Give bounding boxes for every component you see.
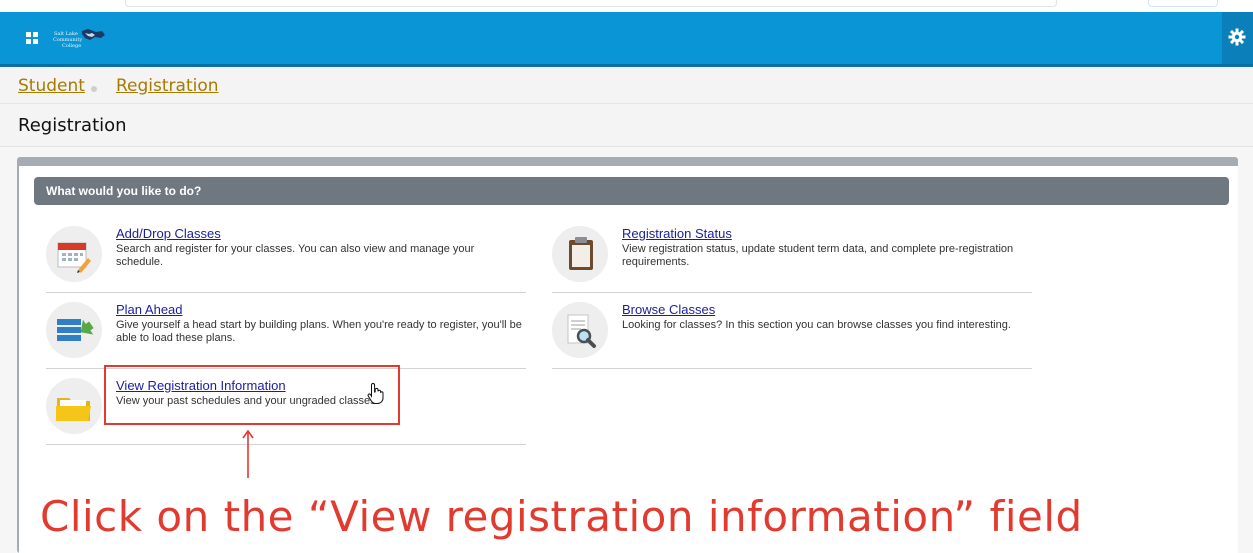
add-drop-classes-description: Search and register for your classes. Yo… <box>116 243 475 268</box>
up-arrow-icon <box>242 429 254 478</box>
clipboard-icon <box>552 226 608 282</box>
add-drop-classes-item[interactable]: Add/Drop Classes Search and register for… <box>46 226 526 293</box>
browse-classes-description: Looking for classes? In this section you… <box>622 319 1011 331</box>
highlight-box <box>104 365 400 425</box>
plan-ahead-item[interactable]: Plan Ahead Give yourself a head start by… <box>46 302 526 369</box>
breadcrumb-separator <box>91 86 97 92</box>
registration-status-item[interactable]: Registration Status View registration st… <box>552 226 1032 293</box>
instruction-text: Click on the “View registration informat… <box>40 492 1083 541</box>
breadcrumb-student-link[interactable]: Student <box>18 76 85 96</box>
breadcrumb: Student Registration <box>0 67 1253 104</box>
address-bar[interactable] <box>125 0 1057 7</box>
gear-icon <box>1228 28 1246 46</box>
settings-gear-button[interactable] <box>1222 12 1253 64</box>
browse-classes-link[interactable]: Browse Classes <box>622 302 715 317</box>
panel-heading: What would you like to do? <box>46 184 202 198</box>
hand-pointer-cursor-icon <box>367 382 384 404</box>
app-menu-grid-icon[interactable] <box>26 32 38 44</box>
title-bar: Registration <box>0 104 1253 147</box>
breadcrumb-registration-link[interactable]: Registration <box>116 76 219 96</box>
plan-ahead-description: Give yourself a head start by building p… <box>116 319 522 344</box>
app-header: Salt Lake Community College <box>0 12 1253 67</box>
plan-list-icon <box>46 302 102 358</box>
plan-ahead-link[interactable]: Plan Ahead <box>116 302 183 317</box>
browser-button[interactable] <box>1148 0 1218 7</box>
magnifier-document-icon <box>552 302 608 358</box>
college-logo[interactable]: Salt Lake Community College <box>52 27 116 49</box>
folder-icon <box>46 378 102 434</box>
panel-header: What would you like to do? <box>34 177 1229 205</box>
browser-top-strip <box>0 0 1253 12</box>
page-title: Registration <box>18 115 127 136</box>
registration-status-description: View registration status, update student… <box>622 243 1014 268</box>
registration-status-link[interactable]: Registration Status <box>622 226 732 241</box>
add-drop-classes-link[interactable]: Add/Drop Classes <box>116 226 221 241</box>
svg-text:College: College <box>62 43 81 49</box>
browse-classes-item[interactable]: Browse Classes Looking for classes? In t… <box>552 302 1032 369</box>
calendar-icon <box>46 226 102 282</box>
